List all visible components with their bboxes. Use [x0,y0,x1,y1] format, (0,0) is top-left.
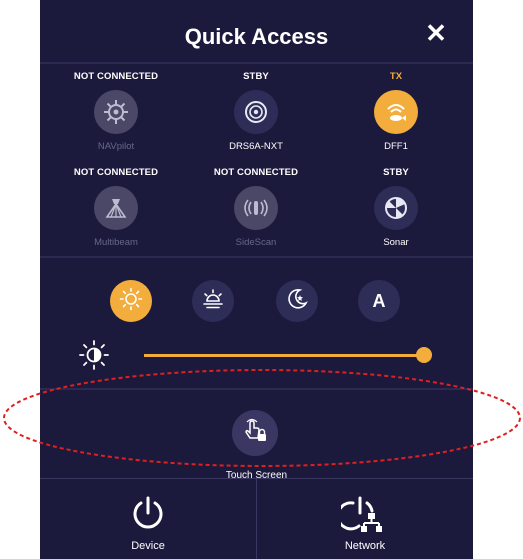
moon-icon [285,287,309,316]
close-button[interactable]: ✕ [421,18,451,48]
network-label: Network [344,540,386,552]
device-name: DFF1 [384,141,408,152]
sun-icon [119,287,143,316]
power-icon [129,495,167,538]
sunset-icon [201,287,225,316]
touch-screen-button[interactable] [232,410,278,456]
header-divider [40,62,473,64]
device-dff1[interactable]: TX DFF1 [326,70,466,154]
device-name: SideScan [235,237,277,248]
fish-finder-icon [374,90,418,134]
device-status: NOT CONNECTED [73,71,159,82]
brightness-slider-thumb[interactable] [416,347,432,363]
section-divider [40,388,473,390]
day-mode-button[interactable] [110,280,152,322]
device-name: DRS6A-NXT [229,141,283,152]
device-status: TX [389,71,403,82]
device-sonar[interactable]: STBY Sonar [326,166,466,250]
multibeam-icon [94,186,138,230]
brightness-icon [78,339,110,376]
device-button[interactable]: Device [40,478,256,559]
device-status: NOT CONNECTED [213,167,299,178]
device-name: NAVpilot [97,141,135,152]
dusk-mode-button[interactable] [192,280,234,322]
device-status: STBY [383,167,409,178]
device-name: Sonar [383,237,409,248]
auto-mode-label: A [372,290,386,311]
network-button[interactable]: Network [257,478,473,559]
device-label: Device [131,540,165,552]
header: Quick Access ✕ [40,0,473,70]
device-sidescan[interactable]: NOT CONNECTED SideScan [186,166,326,250]
section-divider [40,256,473,258]
auto-mode-button[interactable]: A [358,280,400,322]
device-name: Multibeam [94,237,138,248]
close-icon: ✕ [425,17,447,48]
page-title: Quick Access [184,24,329,49]
sonar-icon [374,186,418,230]
device-navpilot[interactable]: NOT CONNECTED NAVpilot [46,70,186,154]
night-mode-button[interactable] [276,280,318,322]
helm-icon [94,90,138,134]
device-status: STBY [243,71,269,82]
touch-lock-icon [241,417,269,450]
brightness-slider-track[interactable] [144,354,426,357]
device-multibeam[interactable]: NOT CONNECTED Multibeam [46,166,186,250]
device-drs6a-nxt[interactable]: STBY DRS6A-NXT [186,70,326,154]
device-status: NOT CONNECTED [73,167,159,178]
radar-icon [234,90,278,134]
network-power-icon [336,495,385,540]
sidescan-icon [234,186,278,230]
quick-access-panel: Quick Access ✕ NOT CONNECTED NAVpilot ST… [40,0,473,559]
